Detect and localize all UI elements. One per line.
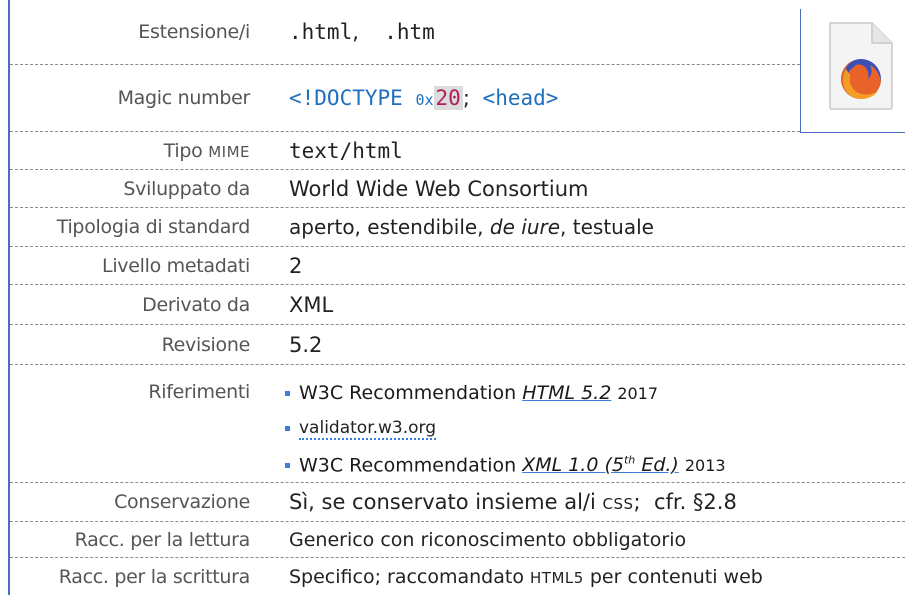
ref-item-html52: W3C Recommendation HTML 5.2 2017 <box>285 382 658 404</box>
label-tipo-mime: Tipo MIME <box>10 140 250 162</box>
validator-link[interactable]: validator.w3.org <box>299 418 437 440</box>
value-derivato-da: XML <box>289 292 334 317</box>
ref-item-validator: validator.w3.org <box>285 418 437 440</box>
row-magic-number: Magic number <!DOCTYPE 0x20; <head> <box>10 65 800 132</box>
row-livello-metadati: Livello metadati 2 <box>10 247 905 285</box>
label-racc-lettura: Racc. per la lettura <box>74 528 251 551</box>
label-conservazione: Conservazione <box>114 491 250 513</box>
xml-title-sup: th <box>623 454 636 467</box>
ref-item-xml10: W3C Recommendation XML 1.0 (5th Ed.) 2013 <box>285 454 726 476</box>
label-riferimenti: Riferimenti <box>148 381 250 403</box>
scrittura-html5: HTML5 <box>530 568 584 587</box>
bullet-icon <box>285 391 290 396</box>
label-sviluppato-da: Sviluppato da <box>123 177 250 200</box>
row-tipologia: Tipologia di standard aperto, estendibil… <box>10 208 905 247</box>
magic-head: <head> <box>482 86 559 110</box>
row-estensione: Estensione/i .html, .htm <box>10 0 800 65</box>
tipologia-part-b: , testuale <box>560 215 654 239</box>
value-magic-number: <!DOCTYPE 0x20; <head> <box>289 86 558 110</box>
row-conservazione: Conservazione Sì, se conservato insieme … <box>10 483 905 522</box>
value-revisione: 5.2 <box>289 332 323 357</box>
magic-hex-value: 20 <box>433 86 463 110</box>
row-riferimenti: Riferimenti W3C Recommendation HTML 5.2 2… <box>10 365 905 483</box>
firefox-file-icon <box>829 22 893 110</box>
label-mime: MIME <box>208 142 250 161</box>
xml-title-a: XML 1.0 (5 <box>522 454 624 477</box>
label-livello-metadati: Livello metadati <box>102 254 250 277</box>
ref-prefix: W3C Recommendation <box>299 382 523 404</box>
row-racc-scrittura: Racc. per la scrittura Specifico; raccom… <box>10 558 905 595</box>
ref-title-xml10[interactable]: XML 1.0 (5th Ed.) <box>522 454 679 476</box>
value-estensione: .html, .htm <box>289 20 435 44</box>
value-sviluppato-da: World Wide Web Consortium <box>289 176 589 201</box>
tipologia-part-a: aperto, estendibile, <box>289 215 490 239</box>
ref-year: 2017 <box>617 384 659 403</box>
magic-doctype: <!DOCTYPE <box>289 86 403 110</box>
value-racc-lettura: Generico con riconoscimento obbligatorio <box>289 528 687 551</box>
ref-year: 2013 <box>684 456 726 476</box>
value-conservazione: Sì, se conservato insieme al/i CSS; cfr.… <box>289 490 737 514</box>
row-tipo-mime: Tipo MIME text/html <box>10 132 905 170</box>
conservazione-part-a: Sì, se conservato insieme al/i <box>289 490 603 514</box>
label-estensione: Estensione/i <box>138 21 250 43</box>
value-racc-scrittura: Specifico; raccomandato HTML5 per conten… <box>289 566 763 588</box>
label-tipo: Tipo <box>163 139 203 162</box>
ext-separator: , <box>352 20 359 44</box>
label-revisione: Revisione <box>161 333 251 356</box>
format-datasheet: Estensione/i .html, .htm Magic number <!… <box>0 0 905 595</box>
scrittura-part-b: per contenuti web <box>583 565 763 588</box>
xml-title-b: Ed.) <box>635 454 679 477</box>
row-revisione: Revisione 5.2 <box>10 325 905 365</box>
tipologia-italic: de iure <box>489 215 561 239</box>
label-racc-scrittura: Racc. per la scrittura <box>58 565 251 588</box>
row-sviluppato-da: Sviluppato da World Wide Web Consortium <box>10 170 905 208</box>
label-magic-number: Magic number <box>117 87 251 109</box>
magic-separator: ; <box>462 86 470 110</box>
value-livello-metadati: 2 <box>289 253 303 278</box>
conservazione-part-b: ; cfr. §2.8 <box>633 490 737 514</box>
value-tipologia: aperto, estendibile, de iure, testuale <box>289 215 654 239</box>
ref-title-html52[interactable]: HTML 5.2 <box>522 382 611 404</box>
label-derivato-da: Derivato da <box>142 293 250 316</box>
magic-hex-prefix: 0x <box>415 91 434 109</box>
ext-htm: .htm <box>384 20 435 44</box>
conservazione-css: CSS <box>602 495 634 513</box>
value-tipo-mime: text/html <box>289 138 403 163</box>
file-icon-panel <box>800 9 905 133</box>
ref-prefix: W3C Recommendation <box>299 454 523 477</box>
bullet-icon <box>285 425 290 431</box>
ext-html: .html <box>289 20 353 44</box>
bullet-icon <box>285 463 290 469</box>
scrittura-part-a: Specifico; raccomandato <box>289 565 530 588</box>
row-derivato-da: Derivato da XML <box>10 285 905 325</box>
label-tipologia: Tipologia di standard <box>56 216 251 238</box>
row-racc-lettura: Racc. per la lettura Generico con ricono… <box>10 522 905 558</box>
